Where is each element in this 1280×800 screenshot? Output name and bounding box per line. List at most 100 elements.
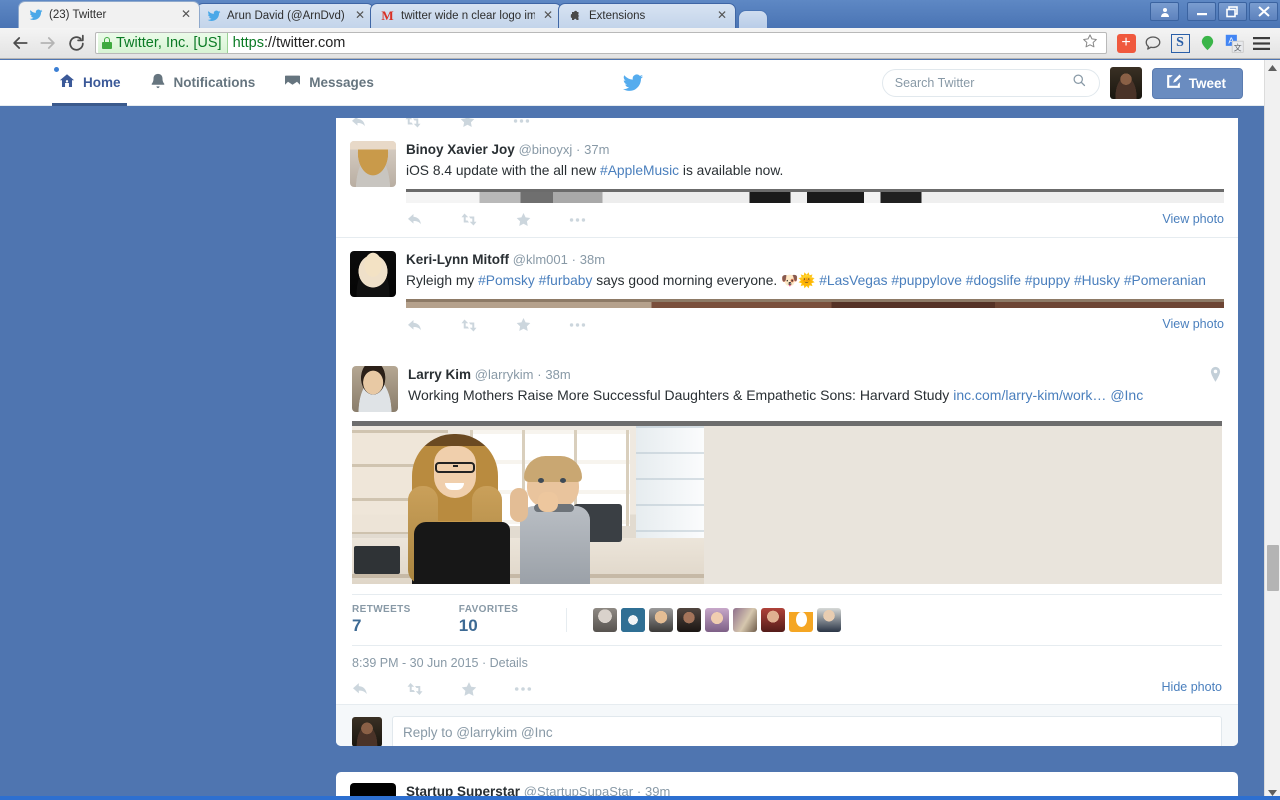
more-ellipsis-icon[interactable]: [512, 118, 530, 128]
favorite-star-icon[interactable]: [514, 211, 532, 229]
facepile-avatar[interactable]: [817, 608, 842, 632]
avatar[interactable]: [1109, 67, 1142, 99]
hashtag-link[interactable]: #furbaby: [539, 273, 593, 288]
tweet-button[interactable]: Tweet: [1151, 67, 1243, 99]
facepile-avatar[interactable]: [677, 608, 702, 632]
s-bookmark-icon[interactable]: S: [1167, 30, 1193, 56]
close-icon[interactable]: ✕: [715, 9, 729, 23]
retweet-icon[interactable]: [460, 316, 478, 334]
add-extension-icon[interactable]: +: [1113, 30, 1139, 56]
search-icon[interactable]: [1072, 73, 1087, 93]
tweet-author-handle[interactable]: @larrykim: [475, 367, 534, 382]
browser-tab-0[interactable]: (23) Twitter ✕: [18, 1, 200, 28]
avatar[interactable]: [350, 141, 396, 187]
tweet-timestamp[interactable]: 38m: [580, 252, 605, 267]
facepile-avatar[interactable]: [705, 608, 730, 632]
retweets-stat[interactable]: RETWEETS 7: [352, 604, 411, 636]
retweet-icon[interactable]: [406, 680, 424, 698]
profile-icon[interactable]: [1150, 2, 1179, 21]
minimize-icon[interactable]: [1187, 2, 1216, 21]
hashtag-link[interactable]: #LasVegas: [819, 273, 887, 288]
facepile-avatar[interactable]: [733, 608, 758, 632]
view-photo-link[interactable]: View photo: [1162, 212, 1224, 226]
hashtag-link[interactable]: #dogslife: [966, 273, 1021, 288]
browser-tab-3[interactable]: Extensions ✕: [558, 3, 736, 28]
tweet-timestamp[interactable]: 37m: [584, 142, 609, 157]
hashtag-link[interactable]: #Pomeranian: [1124, 273, 1206, 288]
nav-home[interactable]: Home: [44, 60, 135, 106]
tweet-author-handle[interactable]: @klm001: [513, 252, 568, 267]
favorite-star-icon[interactable]: [514, 316, 532, 334]
reload-icon[interactable]: [62, 30, 90, 56]
horizontal-scrollbar[interactable]: [0, 796, 1280, 800]
close-icon[interactable]: ✕: [179, 8, 193, 22]
avatar[interactable]: [350, 250, 396, 297]
nav-notifications[interactable]: Notifications: [135, 60, 270, 106]
scrollbar-thumb[interactable]: [1267, 545, 1279, 591]
more-ellipsis-icon[interactable]: [568, 211, 586, 229]
tweet-item[interactable]: Keri-Lynn Mitoff @klm001 · 38m Ryleigh m…: [336, 238, 1238, 343]
view-photo-link[interactable]: View photo: [1162, 317, 1224, 331]
google-translate-icon[interactable]: A 文: [1221, 30, 1247, 56]
hashtag-link[interactable]: #puppylove: [891, 273, 962, 288]
favorite-star-icon[interactable]: [460, 680, 478, 698]
browser-tab-2[interactable]: M twitter wide n clear logo img ✕: [370, 3, 562, 28]
reply-icon[interactable]: [352, 680, 370, 698]
reply-icon[interactable]: [406, 316, 424, 334]
tweet-photo-cropped[interactable]: [406, 188, 1224, 203]
hide-photo-link[interactable]: Hide photo: [1162, 680, 1222, 694]
close-icon[interactable]: [1249, 2, 1278, 21]
facepile-avatar[interactable]: [761, 608, 786, 632]
reply-icon[interactable]: [350, 118, 368, 128]
twitter-bird-logo[interactable]: [620, 72, 646, 99]
tweet-timestamp[interactable]: 38m: [545, 367, 570, 382]
scroll-up-arrow-icon[interactable]: [1265, 60, 1280, 75]
browser-tab-1[interactable]: Arun David (@ArnDvd) | Twi ✕: [196, 3, 374, 28]
restore-icon[interactable]: [1218, 2, 1247, 21]
reply-input[interactable]: Reply to @larrykim @Inc: [392, 716, 1222, 746]
chat-bubble-icon[interactable]: [1140, 30, 1166, 56]
hashtag-link[interactable]: #Pomsky: [478, 273, 535, 288]
hashtag-link[interactable]: #AppleMusic: [600, 163, 679, 178]
address-bar[interactable]: Twitter, Inc. [US] https://twitter.com: [95, 32, 1107, 54]
retweet-icon[interactable]: [460, 211, 478, 229]
mention-link[interactable]: @Inc: [1110, 387, 1143, 403]
facepile-avatar[interactable]: [649, 608, 674, 632]
external-link[interactable]: inc.com/larry-kim/work…: [953, 387, 1106, 403]
new-tab-button[interactable]: [738, 10, 768, 28]
tweet-author-name[interactable]: Keri-Lynn Mitoff: [406, 252, 509, 267]
ev-certificate-badge[interactable]: Twitter, Inc. [US]: [98, 33, 228, 53]
hashtag-link[interactable]: #Husky: [1074, 273, 1120, 288]
back-arrow-icon[interactable]: [6, 30, 34, 56]
facepile-avatar[interactable]: [789, 608, 814, 632]
avatar[interactable]: [352, 717, 382, 746]
favorite-star-icon[interactable]: [458, 118, 476, 128]
close-icon[interactable]: ✕: [541, 9, 555, 23]
avatar[interactable]: [352, 366, 398, 412]
nav-messages[interactable]: Messages: [269, 60, 388, 106]
facepile-avatar[interactable]: [621, 608, 646, 632]
tweet-photo-cropped[interactable]: [406, 299, 1224, 308]
facepile-avatar[interactable]: [593, 608, 618, 632]
more-ellipsis-icon[interactable]: [568, 316, 586, 334]
tweet-author-name[interactable]: Binoy Xavier Joy: [406, 142, 515, 157]
tweet-author-name[interactable]: Larry Kim: [408, 367, 471, 382]
vertical-scrollbar[interactable]: [1264, 60, 1280, 800]
search-input[interactable]: [894, 76, 1072, 90]
tweet-photo[interactable]: [352, 421, 1222, 584]
location-pin-icon[interactable]: [1209, 366, 1222, 388]
reply-icon[interactable]: [406, 211, 424, 229]
close-icon[interactable]: ✕: [353, 9, 367, 23]
bookmark-star-icon[interactable]: [1078, 33, 1102, 54]
hamburger-menu-icon[interactable]: [1248, 30, 1274, 56]
more-ellipsis-icon[interactable]: [514, 680, 532, 698]
retweet-icon[interactable]: [404, 118, 422, 128]
tweet-author-handle[interactable]: @binoyxj: [519, 142, 573, 157]
details-link[interactable]: Details: [490, 656, 528, 670]
search-box[interactable]: [881, 69, 1100, 97]
green-pin-icon[interactable]: [1194, 30, 1220, 56]
tweet-item[interactable]: Binoy Xavier Joy @binoyxj · 37m iOS 8.4 …: [336, 128, 1238, 238]
favorites-stat[interactable]: FAVORITES 10: [459, 604, 519, 636]
favorites-value: 10: [458, 616, 478, 635]
hashtag-link[interactable]: #puppy: [1025, 273, 1070, 288]
